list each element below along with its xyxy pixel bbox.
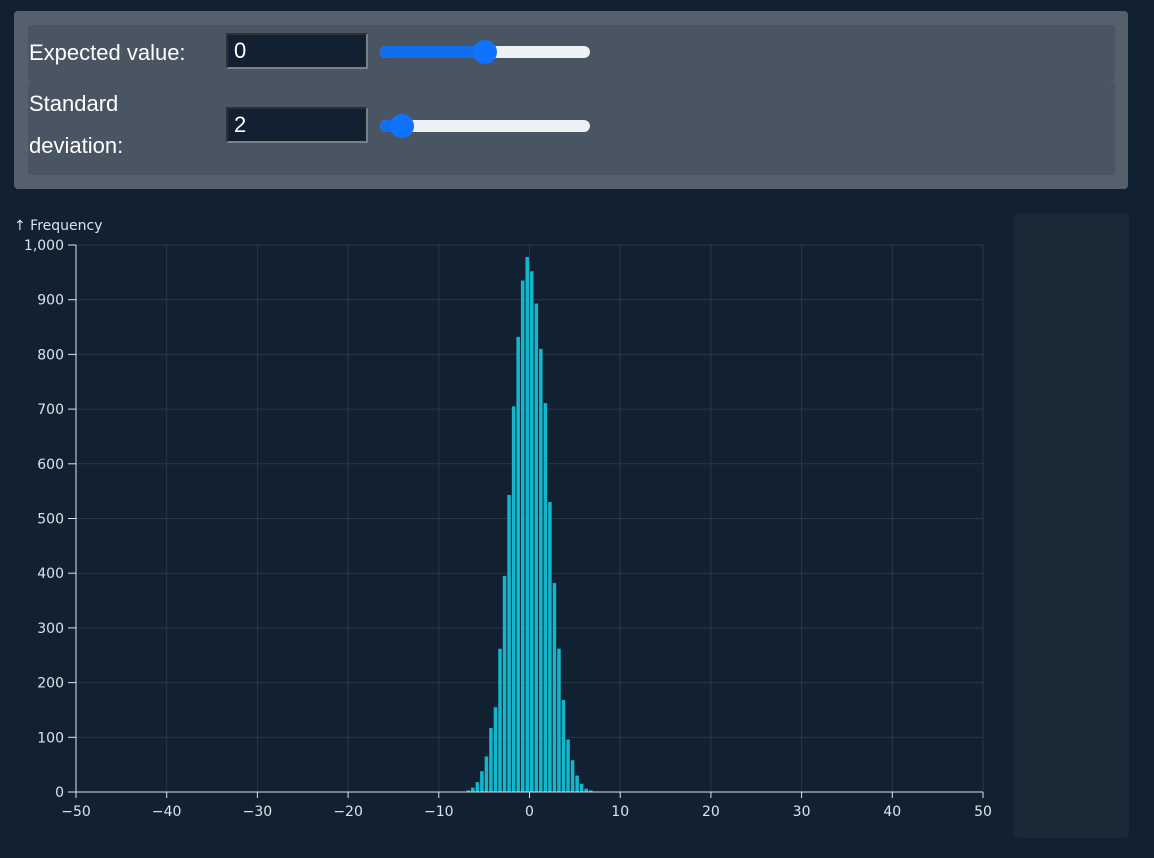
histogram-bar bbox=[511, 406, 516, 792]
histogram-bar bbox=[493, 707, 498, 792]
y-tick-label: 300 bbox=[37, 621, 64, 637]
histogram-bar bbox=[489, 728, 493, 792]
x-tick-label: −30 bbox=[243, 804, 273, 820]
x-tick-label: −10 bbox=[424, 804, 454, 820]
x-tick-label: 0 bbox=[525, 804, 534, 820]
side-panel bbox=[1014, 213, 1129, 838]
histogram-bar bbox=[579, 783, 584, 792]
y-tick-label: 200 bbox=[37, 676, 64, 692]
y-tick-label: 500 bbox=[37, 512, 64, 528]
histogram-bar bbox=[507, 494, 511, 792]
y-tick-label: 0 bbox=[55, 785, 64, 801]
histogram-bar bbox=[543, 403, 548, 792]
histogram-bar bbox=[539, 348, 543, 792]
y-tick-label: 1,000 bbox=[24, 238, 64, 254]
histogram-bar bbox=[475, 782, 480, 792]
y-tick-label: 400 bbox=[37, 566, 64, 582]
histogram-bar bbox=[471, 787, 475, 792]
y-tick-label: 900 bbox=[37, 293, 64, 309]
histogram-bar bbox=[557, 648, 561, 792]
x-tick-label: −20 bbox=[333, 804, 363, 820]
histogram-bar bbox=[484, 756, 489, 792]
y-tick-label: 600 bbox=[37, 457, 64, 473]
histogram-bar bbox=[534, 303, 539, 792]
histogram-bar bbox=[502, 575, 507, 792]
histogram-bar bbox=[530, 271, 534, 793]
histogram-bar bbox=[570, 760, 575, 792]
histogram-bar bbox=[516, 336, 520, 792]
histogram-bar bbox=[548, 502, 552, 792]
bars bbox=[466, 257, 598, 793]
x-tick-label: 30 bbox=[793, 804, 811, 820]
histogram-bar bbox=[566, 739, 570, 792]
y-tick-label: 700 bbox=[37, 402, 64, 418]
x-tick-label: 50 bbox=[974, 804, 992, 820]
histogram-bar bbox=[552, 583, 557, 792]
histogram-bar bbox=[525, 257, 529, 792]
histogram-bar bbox=[561, 700, 566, 792]
y-tick-label: 100 bbox=[37, 730, 64, 746]
x-tick-label: 40 bbox=[883, 804, 901, 820]
grid bbox=[75, 244, 984, 793]
x-tick-label: −50 bbox=[61, 804, 91, 820]
histogram-bar bbox=[480, 771, 484, 792]
x-tick-label: −40 bbox=[152, 804, 182, 820]
y-tick-label: 800 bbox=[37, 347, 64, 363]
x-tick-label: 20 bbox=[702, 804, 720, 820]
x-tick-label: 10 bbox=[611, 804, 629, 820]
histogram-chart: 01002003004005006007008009001,000−50 −40−… bbox=[14, 218, 992, 820]
y-axis-label: ↑ Frequency bbox=[14, 218, 103, 234]
histogram-bar bbox=[575, 775, 579, 792]
histogram-bar bbox=[520, 280, 525, 792]
histogram-bar bbox=[498, 648, 502, 792]
